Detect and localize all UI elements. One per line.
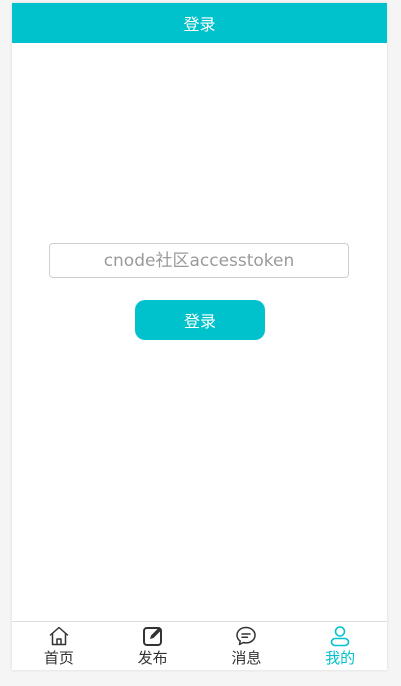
tab-publish[interactable]: 发布	[106, 622, 200, 670]
home-icon	[49, 626, 69, 646]
accesstoken-input[interactable]	[49, 243, 349, 278]
login-button[interactable]: 登录	[135, 300, 265, 340]
user-icon	[330, 626, 350, 647]
bottom-tabbar: 首页 发布 消息 我的	[12, 621, 387, 670]
message-icon	[236, 626, 257, 646]
tab-home-label: 首页	[43, 649, 74, 667]
tab-publish-label: 发布	[137, 649, 168, 667]
tab-messages[interactable]: 消息	[200, 622, 294, 670]
header-bar: 登录	[12, 3, 387, 43]
tab-home[interactable]: 首页	[12, 622, 106, 670]
page-title: 登录	[183, 15, 216, 34]
tab-mine[interactable]: 我的	[293, 622, 387, 670]
tab-messages-label: 消息	[231, 649, 262, 667]
edit-icon	[142, 627, 162, 646]
tab-mine-label: 我的	[325, 649, 356, 667]
app-frame: 登录 登录 首页 发布 消息	[12, 3, 387, 670]
